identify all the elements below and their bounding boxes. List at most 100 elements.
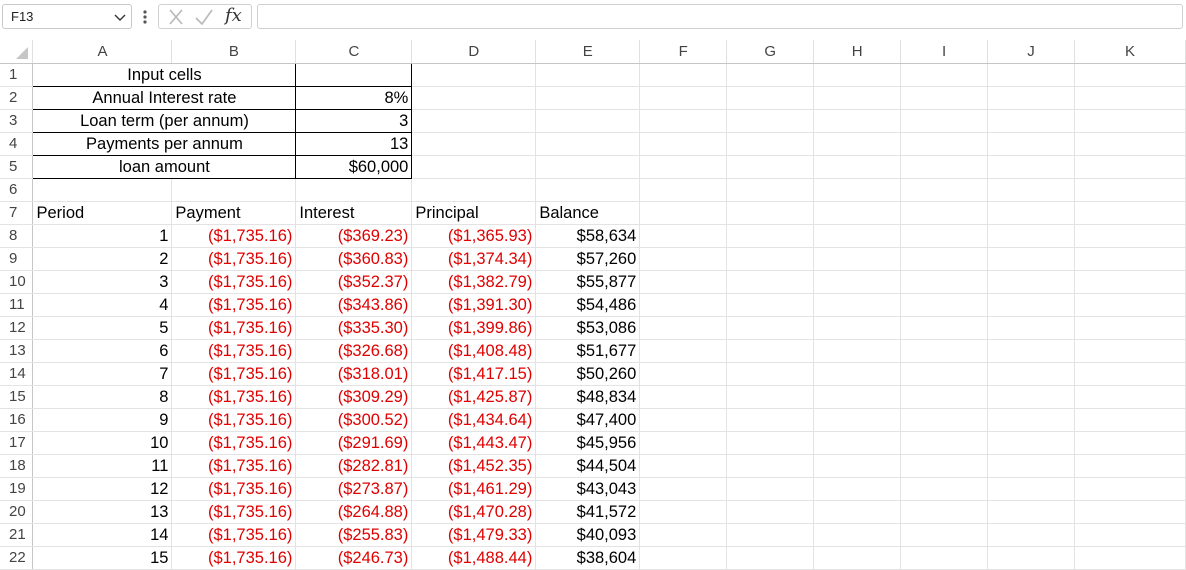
- cell-i21[interactable]: [900, 523, 989, 547]
- cell-h11[interactable]: [813, 293, 902, 317]
- cell-c11[interactable]: ($343.86): [295, 293, 413, 317]
- cell-g8[interactable]: [726, 224, 815, 248]
- cell-g16[interactable]: [726, 408, 815, 432]
- row-header[interactable]: 22: [0, 546, 34, 570]
- cell-e22[interactable]: $38,604: [535, 546, 641, 570]
- cell-i8[interactable]: [900, 224, 989, 248]
- cell-j22[interactable]: [987, 546, 1075, 570]
- cell-d8[interactable]: ($1,365.93): [411, 224, 537, 248]
- cell-a2[interactable]: Annual Interest rate: [32, 86, 297, 110]
- cell-e17[interactable]: $45,956: [535, 431, 641, 455]
- cell-b22[interactable]: ($1,735.16): [171, 546, 297, 570]
- cell-f13[interactable]: [639, 339, 728, 363]
- cell-d22[interactable]: ($1,488.44): [411, 546, 537, 570]
- cell-k17[interactable]: [1074, 431, 1186, 455]
- cell-b19[interactable]: ($1,735.16): [171, 477, 297, 501]
- cell-d17[interactable]: ($1,443.47): [411, 431, 537, 455]
- cell-h21[interactable]: [813, 523, 902, 547]
- cell-e8[interactable]: $58,634: [535, 224, 641, 248]
- cell-a11[interactable]: 4: [32, 293, 173, 317]
- cell-e1[interactable]: [535, 63, 641, 87]
- cell-h8[interactable]: [813, 224, 902, 248]
- cell-g12[interactable]: [726, 316, 815, 340]
- cell-h18[interactable]: [813, 454, 902, 478]
- cell-c21[interactable]: ($255.83): [295, 523, 413, 547]
- row-header[interactable]: 2: [0, 86, 34, 110]
- cell-j8[interactable]: [987, 224, 1075, 248]
- cell-d3[interactable]: [411, 109, 537, 133]
- cell-f5[interactable]: [639, 155, 728, 179]
- cell-i11[interactable]: [900, 293, 989, 317]
- cell-h15[interactable]: [813, 385, 902, 409]
- cell-h16[interactable]: [813, 408, 902, 432]
- cell-f20[interactable]: [639, 500, 728, 524]
- cell-d6[interactable]: [411, 178, 537, 202]
- cell-b8[interactable]: ($1,735.16): [171, 224, 297, 248]
- cell-c13[interactable]: ($326.68): [295, 339, 413, 363]
- cell-c9[interactable]: ($360.83): [295, 247, 413, 271]
- cell-f8[interactable]: [639, 224, 728, 248]
- cell-a6[interactable]: [32, 178, 173, 202]
- cell-f3[interactable]: [639, 109, 728, 133]
- cell-a14[interactable]: 7: [32, 362, 173, 386]
- cell-e20[interactable]: $41,572: [535, 500, 641, 524]
- cell-b6[interactable]: [171, 178, 297, 202]
- cell-j19[interactable]: [987, 477, 1075, 501]
- cell-h1[interactable]: [813, 63, 902, 87]
- cell-f9[interactable]: [639, 247, 728, 271]
- cell-i20[interactable]: [900, 500, 989, 524]
- cell-c19[interactable]: ($273.87): [295, 477, 413, 501]
- row-header[interactable]: 20: [0, 500, 34, 524]
- row-header[interactable]: 16: [0, 408, 34, 432]
- cell-h6[interactable]: [813, 178, 902, 202]
- cell-k19[interactable]: [1074, 477, 1186, 501]
- cell-g2[interactable]: [726, 86, 815, 110]
- cell-g9[interactable]: [726, 247, 815, 271]
- cell-j5[interactable]: [987, 155, 1075, 179]
- cell-g11[interactable]: [726, 293, 815, 317]
- cell-d16[interactable]: ($1,434.64): [411, 408, 537, 432]
- cell-f14[interactable]: [639, 362, 728, 386]
- cell-a17[interactable]: 10: [32, 431, 173, 455]
- cell-f11[interactable]: [639, 293, 728, 317]
- cell-h2[interactable]: [813, 86, 902, 110]
- cell-c6[interactable]: [295, 178, 413, 202]
- row-header[interactable]: 4: [0, 132, 34, 156]
- cell-k2[interactable]: [1074, 86, 1186, 110]
- cell-k5[interactable]: [1074, 155, 1186, 179]
- cell-g5[interactable]: [726, 155, 815, 179]
- cell-b21[interactable]: ($1,735.16): [171, 523, 297, 547]
- row-header[interactable]: 13: [0, 339, 34, 363]
- cell-h20[interactable]: [813, 500, 902, 524]
- cell-d5[interactable]: [411, 155, 537, 179]
- cell-d19[interactable]: ($1,461.29): [411, 477, 537, 501]
- cell-g13[interactable]: [726, 339, 815, 363]
- cell-k15[interactable]: [1074, 385, 1186, 409]
- cell-e7[interactable]: Balance: [535, 201, 641, 225]
- cell-f15[interactable]: [639, 385, 728, 409]
- row-header[interactable]: 19: [0, 477, 34, 501]
- cell-a21[interactable]: 14: [32, 523, 173, 547]
- cell-e5[interactable]: [535, 155, 641, 179]
- row-header[interactable]: 7: [0, 201, 34, 225]
- cell-k11[interactable]: [1074, 293, 1186, 317]
- cell-f1[interactable]: [639, 63, 728, 87]
- cell-d4[interactable]: [411, 132, 537, 156]
- cell-i19[interactable]: [900, 477, 989, 501]
- cell-e14[interactable]: $50,260: [535, 362, 641, 386]
- name-box[interactable]: F13: [2, 4, 132, 29]
- cell-j13[interactable]: [987, 339, 1075, 363]
- cell-k22[interactable]: [1074, 546, 1186, 570]
- row-header[interactable]: 18: [0, 454, 34, 478]
- cell-g22[interactable]: [726, 546, 815, 570]
- column-header-c[interactable]: C: [295, 40, 413, 64]
- cell-d10[interactable]: ($1,382.79): [411, 270, 537, 294]
- cell-k21[interactable]: [1074, 523, 1186, 547]
- cell-f22[interactable]: [639, 546, 728, 570]
- cell-c17[interactable]: ($291.69): [295, 431, 413, 455]
- cell-i3[interactable]: [900, 109, 989, 133]
- cell-j6[interactable]: [987, 178, 1075, 202]
- row-header[interactable]: 1: [0, 63, 34, 87]
- cell-i1[interactable]: [900, 63, 989, 87]
- cell-c20[interactable]: ($264.88): [295, 500, 413, 524]
